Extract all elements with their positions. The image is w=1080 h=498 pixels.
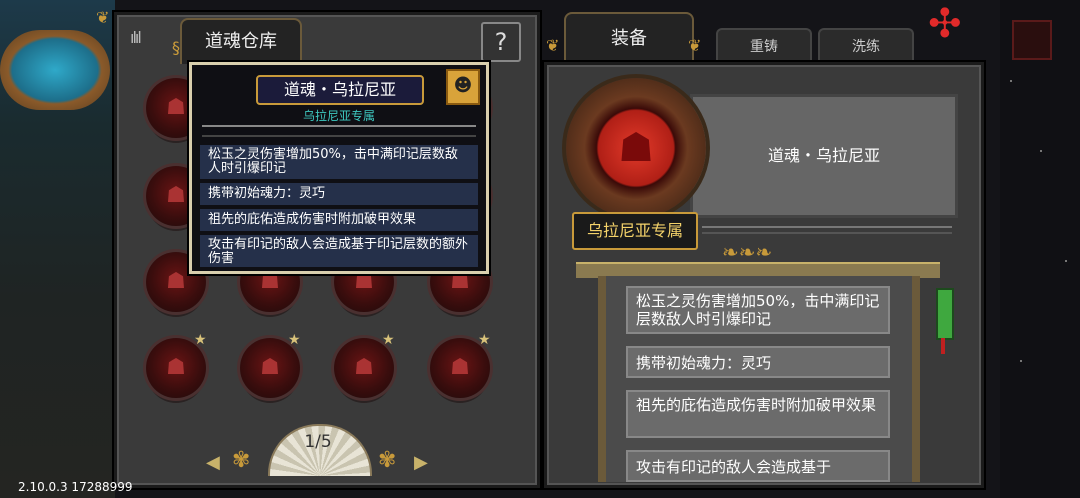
- tab-equip[interactable]: 装备: [564, 12, 694, 64]
- tooltip-title: 道魂・乌拉尼亚: [256, 75, 424, 105]
- exclusive-label: 乌拉尼亚专属: [572, 212, 698, 250]
- equipped-soul-orb[interactable]: ☗: [566, 78, 706, 218]
- pendant-tassel: [941, 338, 945, 354]
- fountain-decoration: [0, 30, 110, 110]
- tooltip-subtitle: 乌拉尼亚专属: [302, 109, 375, 123]
- item-name: 道魂・乌拉尼亚: [767, 146, 880, 165]
- tab-refine-label: 洗练: [852, 39, 880, 55]
- effect-row: 攻击有印记的敌人会造成基于: [626, 450, 890, 482]
- equipped-badge-icon: ☻: [446, 69, 480, 105]
- candle-icon: ılıl: [130, 28, 142, 47]
- tab-equip-label: 装备: [611, 28, 647, 49]
- sky-star: [1020, 360, 1022, 362]
- jade-pendant-icon: [936, 288, 954, 340]
- pagination-ornament-left: ✾: [232, 448, 251, 473]
- effect-row: 松玉之灵伤害增加50%，击中满印记层数敌人时引爆印记: [626, 286, 890, 334]
- item-tooltip: 道魂・乌拉尼亚 ☻ 乌拉尼亚专属 松玉之灵伤害增加50%，击中满印记层数敌人时引…: [189, 62, 489, 274]
- corner-frame: [1012, 20, 1052, 60]
- star-icon: ★: [478, 332, 491, 348]
- tab-warehouse[interactable]: 道魂仓库: [180, 18, 302, 64]
- tab-ornament: §: [172, 38, 180, 57]
- tab-ornament: ❦: [688, 36, 702, 55]
- tooltip-effect: 攻击有印记的敌人会造成基于印记层数的额外伤害: [200, 235, 478, 267]
- sky-star: [1010, 80, 1012, 82]
- star-icon: ★: [194, 332, 207, 348]
- tab-refine[interactable]: 洗练: [818, 28, 914, 64]
- pagination-ornament-right: ✾: [378, 448, 397, 473]
- tooltip-divider: [202, 125, 476, 137]
- night-sky-background: [1000, 0, 1080, 498]
- sky-star: [1065, 260, 1067, 262]
- question-mark-icon: ?: [494, 28, 508, 56]
- effect-row: 携带初始魂力：灵巧: [626, 346, 890, 378]
- exclusive-divider: [702, 226, 952, 234]
- pinwheel-icon[interactable]: ✣: [928, 4, 962, 44]
- help-button[interactable]: ?: [481, 22, 521, 62]
- tab-reforge-label: 重铸: [750, 39, 778, 55]
- corner-ornament: ❦: [96, 8, 110, 27]
- scroll-top-ornament: ❧❧❧: [722, 240, 773, 264]
- star-icon: ★: [288, 332, 301, 348]
- star-icon: ★: [382, 332, 395, 348]
- previous-page-button[interactable]: ◀: [206, 452, 220, 473]
- tooltip-effect: 松玉之灵伤害增加50%，击中满印记层数敌人时引爆印记: [200, 145, 478, 179]
- tab-reforge[interactable]: 重铸: [716, 28, 812, 64]
- page-indicator: 1/5: [304, 432, 332, 452]
- tab-ornament: ❦: [546, 36, 560, 55]
- tooltip-effect: 祖先的庇佑造成伤害时附加破甲效果: [200, 209, 478, 231]
- next-page-button[interactable]: ▶: [414, 452, 428, 473]
- tooltip-effect: 携带初始魂力：灵巧: [200, 183, 478, 205]
- effect-row: 祖先的庇佑造成伤害时附加破甲效果: [626, 390, 890, 438]
- version-label: 2.10.0.3 17288999: [18, 480, 133, 494]
- sky-star: [1040, 150, 1042, 152]
- tab-warehouse-label: 道魂仓库: [205, 31, 277, 52]
- item-name-box: 道魂・乌拉尼亚: [690, 94, 958, 218]
- soul-emblem-icon: ☗: [618, 125, 654, 171]
